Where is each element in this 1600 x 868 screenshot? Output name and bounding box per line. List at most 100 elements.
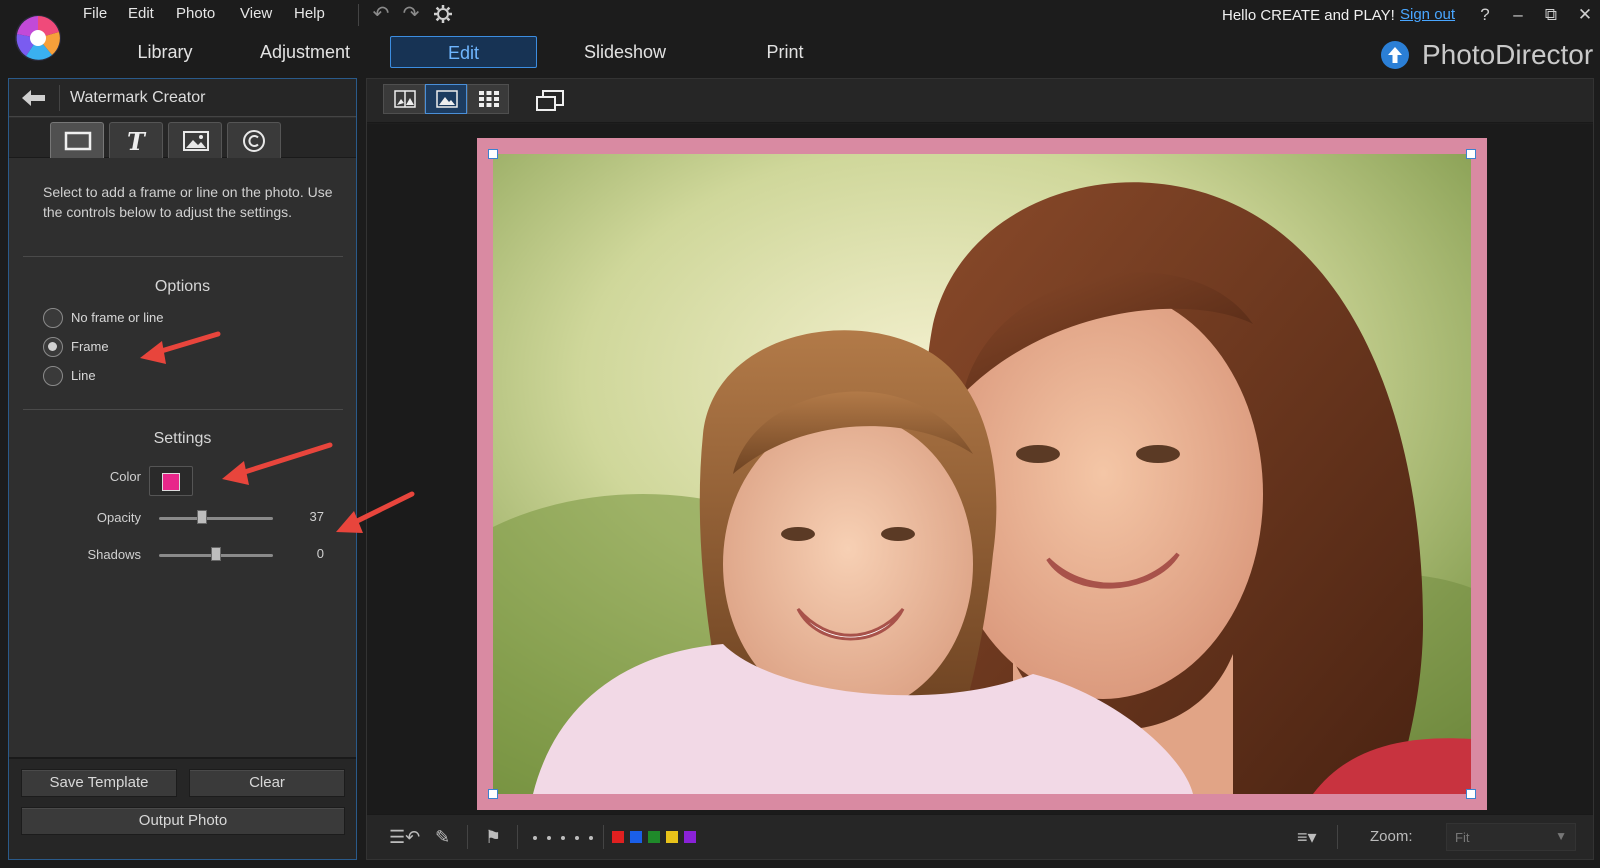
single-view-button[interactable]: [425, 84, 467, 114]
clear-button[interactable]: Clear: [189, 769, 345, 797]
grid-view-icon: [479, 91, 499, 107]
star-rating-3[interactable]: [561, 836, 565, 840]
star-rating-2[interactable]: [547, 836, 551, 840]
option-line[interactable]: Line: [43, 366, 243, 388]
shadows-value: 0: [316, 546, 324, 561]
brand-name: PhotoDirector: [1422, 39, 1594, 70]
menu-edit[interactable]: Edit: [128, 5, 154, 22]
star-rating-1[interactable]: [533, 836, 537, 840]
option-frame[interactable]: Frame: [43, 337, 243, 359]
tab-adjustment[interactable]: Adjustment: [250, 36, 360, 68]
crop-handle-top-left[interactable]: [488, 149, 498, 159]
option-label: Frame: [71, 339, 109, 354]
star-rating-5[interactable]: [589, 836, 593, 840]
chevron-down-icon: ▼: [1555, 829, 1567, 843]
section-divider: [23, 256, 343, 257]
back-arrow-icon[interactable]: [19, 87, 49, 109]
color-label-blue[interactable]: [630, 831, 642, 843]
menu-divider: [358, 4, 359, 26]
zoom-dropdown[interactable]: Fit ▼: [1446, 823, 1576, 851]
flag-icon[interactable]: ⚑: [485, 827, 501, 848]
photo-preview: [493, 154, 1471, 794]
text-icon: T: [127, 127, 145, 156]
color-label-yellow[interactable]: [666, 831, 678, 843]
opacity-label: Opacity: [96, 510, 141, 525]
settings-title: Settings: [153, 430, 212, 447]
zoom-label: Zoom:: [1370, 828, 1413, 845]
rotate-list-icon[interactable]: ☰↶: [389, 827, 420, 848]
shadows-label: Shadows: [87, 547, 141, 562]
app-logo-icon: [15, 15, 61, 61]
photo-canvas[interactable]: [367, 124, 1593, 814]
shadows-slider[interactable]: [159, 547, 273, 561]
save-template-button[interactable]: Save Template: [21, 769, 177, 797]
color-swatch: [162, 473, 180, 491]
crop-handle-bottom-left[interactable]: [488, 789, 498, 799]
photo-image: [493, 154, 1471, 794]
toolbar-divider: [467, 825, 468, 849]
sign-out-link[interactable]: Sign out: [1400, 6, 1455, 23]
panel-title: Watermark Creator: [70, 89, 206, 106]
color-picker-button[interactable]: [149, 466, 193, 496]
tab-print[interactable]: Print: [730, 36, 840, 68]
frame-tab[interactable]: [50, 122, 104, 158]
header-divider: [59, 85, 60, 111]
menu-help[interactable]: Help: [294, 5, 325, 22]
restore-icon[interactable]: ⧉: [1540, 4, 1562, 26]
opacity-slider-thumb[interactable]: [197, 510, 208, 524]
radio-frame[interactable]: [43, 337, 63, 357]
option-label: Line: [71, 368, 96, 383]
tab-edit[interactable]: Edit: [390, 36, 537, 68]
opacity-slider[interactable]: [159, 510, 273, 524]
shadows-slider-thumb[interactable]: [211, 547, 221, 561]
help-button[interactable]: ?: [1474, 4, 1496, 26]
image-tab[interactable]: [168, 122, 222, 158]
panel-description: Select to add a frame or line on the pho…: [43, 184, 333, 220]
color-label-green[interactable]: [648, 831, 660, 843]
copyright-icon: [243, 130, 265, 152]
menu-view[interactable]: View: [240, 5, 272, 22]
radio-no-frame[interactable]: [43, 308, 63, 328]
greeting-text: Hello CREATE and PLAY!: [1222, 7, 1395, 24]
tab-library[interactable]: Library: [110, 36, 220, 68]
crop-handle-top-right[interactable]: [1466, 149, 1476, 159]
watermark-type-tabs: T: [9, 118, 356, 158]
watermark-creator-panel: Watermark Creator T Select to add a fram…: [8, 78, 357, 860]
option-no-frame[interactable]: No frame or line: [43, 308, 243, 330]
tab-slideshow[interactable]: Slideshow: [570, 36, 680, 68]
color-label-purple[interactable]: [684, 831, 696, 843]
single-view-icon: [436, 90, 458, 108]
color-label-red[interactable]: [612, 831, 624, 843]
text-tab[interactable]: T: [109, 122, 163, 158]
star-rating-4[interactable]: [575, 836, 579, 840]
redo-icon[interactable]: ↷: [398, 3, 424, 25]
second-display-icon[interactable]: [535, 89, 565, 113]
option-label: No frame or line: [71, 310, 164, 325]
undo-icon[interactable]: ↶: [368, 3, 394, 25]
sort-menu-icon[interactable]: ≡▾: [1297, 827, 1317, 848]
menu-file[interactable]: File: [83, 5, 107, 22]
output-photo-button[interactable]: Output Photo: [21, 807, 345, 835]
frame-icon: [64, 131, 92, 151]
compare-view-button[interactable]: [383, 84, 425, 114]
grid-view-button[interactable]: [467, 84, 509, 114]
close-icon[interactable]: ✕: [1574, 4, 1596, 26]
menu-photo[interactable]: Photo: [176, 5, 215, 22]
radio-line[interactable]: [43, 366, 63, 386]
panel-header: Watermark Creator: [9, 79, 356, 117]
viewer-bottom-bar: ☰↶ ✎ ⚑ ≡▾ Zoom: Fit ▼: [367, 814, 1593, 859]
crop-handle-bottom-right[interactable]: [1466, 789, 1476, 799]
toolbar-divider: [603, 825, 604, 849]
frame-watermark: [477, 138, 1487, 810]
minimize-icon[interactable]: ‒: [1507, 4, 1529, 26]
section-divider: [23, 409, 343, 410]
upload-cloud-icon[interactable]: [1380, 40, 1410, 70]
toolbar-divider: [517, 825, 518, 849]
brush-tool-icon[interactable]: ✎: [435, 827, 450, 848]
toolbar-divider: [1337, 825, 1338, 849]
panel-footer: Save Template Clear Output Photo: [9, 757, 356, 859]
viewer-toolbar: [367, 79, 1593, 123]
image-icon: [183, 131, 209, 151]
settings-gear-icon[interactable]: [433, 4, 453, 24]
copyright-tab[interactable]: [227, 122, 281, 158]
